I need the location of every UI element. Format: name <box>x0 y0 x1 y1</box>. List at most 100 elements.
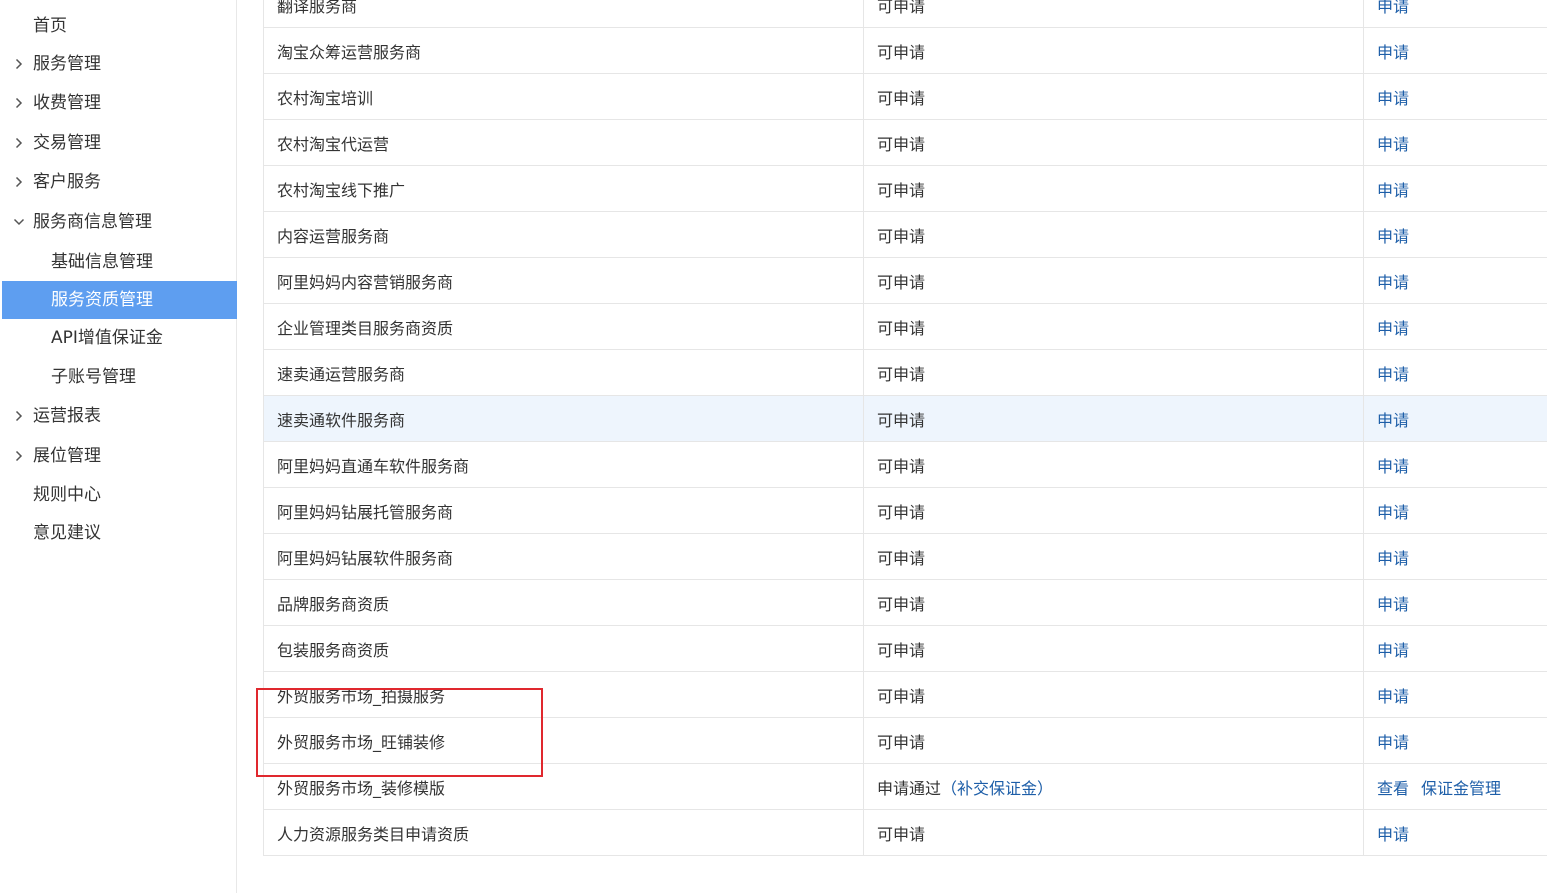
apply-link[interactable]: 申请 <box>1377 365 1409 384</box>
action-cell: 申请 <box>1363 487 1547 534</box>
table-row: 外贸服务市场_拍摄服务 可申请 申请 <box>263 671 1547 718</box>
qualification-name: 速卖通运营服务商 <box>263 349 864 396</box>
qualification-name: 包装服务商资质 <box>263 625 864 672</box>
sidebar-item-label: 规则中心 <box>33 485 101 505</box>
table-row: 品牌服务商资质 可申请 申请 <box>263 579 1547 626</box>
sidebar-item-label: 意见建议 <box>33 523 101 543</box>
apply-link[interactable]: 申请 <box>1377 319 1409 338</box>
status-text: 申请通过 <box>877 778 942 798</box>
table-row: 阿里妈妈钻展托管服务商 可申请 申请 <box>263 487 1547 534</box>
sidebar-item-operation-reports[interactable]: 运营报表 <box>0 397 237 435</box>
sidebar-subitem-basic-info[interactable]: 基础信息管理 <box>0 243 237 281</box>
qualification-name: 外贸服务市场_装修模版 <box>263 763 864 810</box>
close-paren: ） <box>1037 778 1054 798</box>
action-cell: 申请 <box>1363 395 1547 442</box>
qualification-status: 申请通过（补交保证金） <box>863 763 1364 810</box>
sidebar-item-label: API增值保证金 <box>51 328 163 348</box>
apply-link[interactable]: 申请 <box>1377 135 1409 154</box>
sidebar-item-customer-service[interactable]: 客户服务 <box>0 163 237 201</box>
apply-link[interactable]: 申请 <box>1377 227 1409 246</box>
action-cell: 申请 <box>1363 257 1547 304</box>
qualification-status: 可申请 <box>863 809 1364 856</box>
qualification-status: 可申请 <box>863 303 1364 350</box>
qualification-name: 外贸服务市场_旺铺装修 <box>263 717 864 764</box>
sidebar-item-label: 子账号管理 <box>51 367 136 387</box>
apply-link[interactable]: 申请 <box>1377 641 1409 660</box>
sidebar-item-billing-management[interactable]: 收费管理 <box>0 84 237 122</box>
deposit-management-link[interactable]: 保证金管理 <box>1421 779 1501 798</box>
sidebar-item-label: 客户服务 <box>33 172 101 192</box>
table-row: 农村淘宝线下推广 可申请 申请 <box>263 165 1547 212</box>
chevron-right-icon <box>12 45 26 83</box>
apply-link[interactable]: 申请 <box>1377 0 1409 16</box>
table-row: 包装服务商资质 可申请 申请 <box>263 625 1547 672</box>
action-cell: 申请 <box>1363 27 1547 74</box>
table-row: 阿里妈妈直通车软件服务商 可申请 申请 <box>263 441 1547 488</box>
sidebar-subitem-api-deposit[interactable]: API增值保证金 <box>0 319 237 357</box>
qualification-name: 阿里妈妈内容营销服务商 <box>263 257 864 304</box>
sidebar-item-label: 首页 <box>33 16 67 36</box>
sidebar-item-booth-management[interactable]: 展位管理 <box>0 437 237 475</box>
qualification-name: 内容运营服务商 <box>263 211 864 258</box>
chevron-right-icon <box>12 163 26 201</box>
table-row: 内容运营服务商 可申请 申请 <box>263 211 1547 258</box>
sidebar-item-service-management[interactable]: 服务管理 <box>0 45 237 83</box>
sidebar-item-label: 展位管理 <box>33 446 101 466</box>
action-cell: 申请 <box>1363 211 1547 258</box>
sidebar-item-trade-management[interactable]: 交易管理 <box>0 124 237 162</box>
apply-link[interactable]: 申请 <box>1377 687 1409 706</box>
qualification-status: 可申请 <box>863 119 1364 166</box>
action-cell: 申请 <box>1363 441 1547 488</box>
apply-link[interactable]: 申请 <box>1377 595 1409 614</box>
sidebar-item-label: 运营报表 <box>33 406 101 426</box>
qualification-status: 可申请 <box>863 73 1364 120</box>
chevron-right-icon <box>12 397 26 435</box>
table-row: 翻译服务商 可申请 申请 <box>263 0 1547 28</box>
sidebar-subitem-sub-accounts[interactable]: 子账号管理 <box>0 358 237 396</box>
action-cell: 查看 保证金管理 <box>1363 763 1547 810</box>
qualification-status: 可申请 <box>863 533 1364 580</box>
chevron-right-icon <box>12 124 26 162</box>
action-cell: 申请 <box>1363 579 1547 626</box>
qualification-name: 农村淘宝培训 <box>263 73 864 120</box>
qualification-name: 翻译服务商 <box>263 0 864 28</box>
table-row: 外贸服务市场_旺铺装修 可申请 申请 <box>263 717 1547 764</box>
apply-link[interactable]: 申请 <box>1377 181 1409 200</box>
action-cell: 申请 <box>1363 0 1547 28</box>
apply-link[interactable]: 申请 <box>1377 89 1409 108</box>
apply-link[interactable]: 申请 <box>1377 273 1409 292</box>
qualification-name: 人力资源服务类目申请资质 <box>263 809 864 856</box>
sidebar-item-label: 基础信息管理 <box>51 252 153 272</box>
apply-link[interactable]: 申请 <box>1377 503 1409 522</box>
open-paren: （ <box>941 778 958 798</box>
apply-link[interactable]: 申请 <box>1377 457 1409 476</box>
chevron-right-icon <box>12 437 26 475</box>
table-row: 速卖通运营服务商 可申请 申请 <box>263 349 1547 396</box>
sidebar-item-home[interactable]: 首页 <box>0 7 237 45</box>
sidebar-item-label: 交易管理 <box>33 133 101 153</box>
table-row: 阿里妈妈内容营销服务商 可申请 申请 <box>263 257 1547 304</box>
qualification-status: 可申请 <box>863 671 1364 718</box>
apply-link[interactable]: 申请 <box>1377 43 1409 62</box>
sidebar-item-rules-center[interactable]: 规则中心 <box>0 476 237 514</box>
apply-link[interactable]: 申请 <box>1377 411 1409 430</box>
sidebar-item-provider-info-management[interactable]: 服务商信息管理 <box>0 203 237 241</box>
qualification-name: 农村淘宝代运营 <box>263 119 864 166</box>
qualification-status: 可申请 <box>863 165 1364 212</box>
apply-link[interactable]: 申请 <box>1377 733 1409 752</box>
view-link[interactable]: 查看 <box>1377 779 1409 798</box>
sidebar-nav: 首页 服务管理 收费管理 交易管理 客户服务 服务商信息管理 基础信息管理 服务… <box>0 0 237 893</box>
action-cell: 申请 <box>1363 671 1547 718</box>
qualification-name: 企业管理类目服务商资质 <box>263 303 864 350</box>
action-cell: 申请 <box>1363 119 1547 166</box>
table-row: 人力资源服务类目申请资质 可申请 申请 <box>263 809 1547 856</box>
action-cell: 申请 <box>1363 165 1547 212</box>
qualification-status: 可申请 <box>863 395 1364 442</box>
table-row: 农村淘宝代运营 可申请 申请 <box>263 119 1547 166</box>
apply-link[interactable]: 申请 <box>1377 549 1409 568</box>
apply-link[interactable]: 申请 <box>1377 825 1409 844</box>
qualification-table: 翻译服务商 可申请 申请 淘宝众筹运营服务商 可申请 申请 农村淘宝培训 可申请… <box>263 0 1547 856</box>
sidebar-subitem-qualification-management[interactable]: 服务资质管理 <box>2 281 237 319</box>
pay-deposit-link[interactable]: 补交保证金 <box>957 779 1037 798</box>
sidebar-item-feedback[interactable]: 意见建议 <box>0 514 237 552</box>
